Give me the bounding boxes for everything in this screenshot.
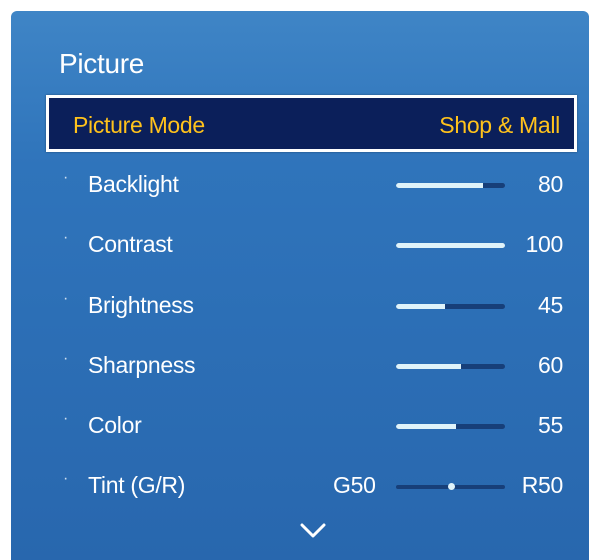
brightness-value: 45 [538,292,563,318]
bullet-icon: · [63,350,69,367]
tint-red-value: R50 [521,472,564,498]
setting-row-brightness[interactable]: · Brightness 45 [57,287,563,327]
bullet-icon: · [63,229,69,246]
picture-mode-value: Shop & Mall [439,112,560,138]
contrast-slider[interactable] [396,243,505,248]
setting-row-backlight[interactable]: · Backlight 80 [57,166,563,206]
panel-title: Picture [59,48,145,79]
chevron-down-icon[interactable] [300,523,326,539]
bullet-icon: · [63,169,69,186]
color-label: Color [88,412,142,438]
backlight-value: 80 [538,171,563,197]
brightness-slider[interactable] [396,304,505,309]
setting-row-contrast[interactable]: · Contrast 100 [57,226,563,266]
bullet-icon: · [63,290,69,307]
setting-row-color[interactable]: · Color 55 [57,407,563,447]
color-value: 55 [538,412,563,438]
contrast-label: Contrast [88,231,173,257]
tint-slider-thumb[interactable] [447,483,455,490]
backlight-label: Backlight [88,171,179,197]
brightness-label: Brightness [88,292,194,318]
color-slider-fill [396,424,456,429]
sharpness-label: Sharpness [88,352,196,378]
color-slider[interactable] [396,424,505,429]
picture-settings-panel: Picture Picture Mode Shop & Mall · Backl… [11,11,589,560]
setting-row-sharpness[interactable]: · Sharpness 60 [57,347,563,387]
brightness-slider-fill [396,304,446,309]
setting-row-tint[interactable]: · Tint (G/R) G50 R50 [57,467,563,507]
tint-label: Tint (G/R) [88,472,186,498]
sharpness-slider[interactable] [396,364,505,369]
contrast-value: 100 [525,231,564,257]
picture-mode-label: Picture Mode [73,112,205,138]
tint-slider[interactable] [396,483,505,490]
tint-green-value: G50 [333,472,376,498]
bullet-icon: · [63,470,69,487]
bullet-icon: · [63,410,69,427]
sharpness-slider-fill [396,364,462,369]
backlight-slider[interactable] [396,183,505,188]
backlight-slider-fill [396,183,484,188]
sharpness-value: 60 [538,352,563,378]
contrast-slider-fill [396,243,505,248]
picture-mode-row[interactable]: Picture Mode Shop & Mall [46,95,577,152]
